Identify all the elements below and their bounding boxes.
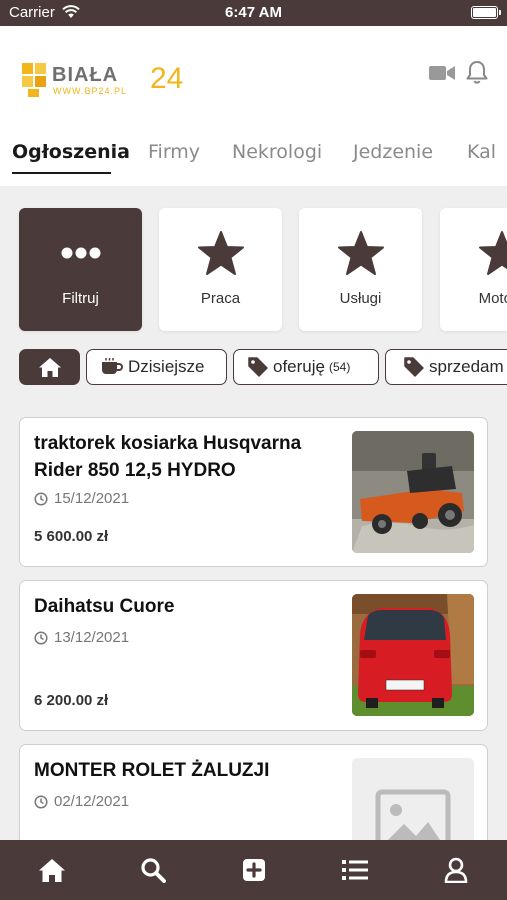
- bell-icon[interactable]: [465, 59, 489, 85]
- category-label: Praca: [200, 290, 241, 307]
- clock: 6:47 AM: [225, 4, 282, 21]
- listing-date: 02/12/2021: [34, 793, 129, 810]
- nav-search-icon[interactable]: [138, 855, 168, 885]
- listing-thumbnail[interactable]: [352, 431, 474, 553]
- star-icon: [159, 230, 282, 281]
- listing-card[interactable]: Daihatsu Cuore 13/12/2021 6 200.00 zł: [19, 580, 488, 731]
- listing-title: traktorek kosiarka Husqvarna Rider 850 1…: [34, 433, 302, 481]
- star-icon: [440, 230, 507, 281]
- category-label: Usługi: [339, 290, 382, 307]
- listing-price: 5 600.00 zł: [34, 528, 109, 545]
- app-header: BIAŁA 24 WWW.BP24.PL Ogłoszenia Firmy Ne…: [0, 26, 507, 186]
- battery-icon: [471, 6, 501, 19]
- listing-title: MONTER ROLET ŻALUZJI: [34, 760, 270, 781]
- coffee-cup-icon: [101, 358, 123, 376]
- listing-thumbnail[interactable]: [352, 594, 474, 716]
- tab-nekrologi[interactable]: Nekrologi: [232, 141, 322, 163]
- nav-list-icon[interactable]: [340, 855, 370, 885]
- home-icon: [38, 357, 61, 377]
- listing-price: 6 200.00 zł: [34, 692, 109, 709]
- category-praca[interactable]: Praca: [159, 208, 282, 331]
- listing-title: Daihatsu Cuore: [34, 596, 175, 617]
- chip-count: (54): [328, 360, 351, 374]
- category-filter-button[interactable]: Filtruj: [19, 208, 142, 331]
- clock-icon: [34, 630, 48, 645]
- category-label: Motory: [478, 290, 507, 307]
- nav-add-listing-icon[interactable]: [239, 855, 269, 885]
- tag-icon: [248, 357, 268, 377]
- home-filter-chip[interactable]: [19, 349, 80, 385]
- tab-jedzenie[interactable]: Jedzenie: [353, 141, 433, 163]
- red-car-photo: [352, 594, 474, 716]
- offer-filter-chip[interactable]: oferuję (54): [233, 349, 379, 385]
- nav-profile-icon[interactable]: [441, 855, 471, 885]
- nav-home-icon[interactable]: [37, 855, 67, 885]
- chip-label: sprzedam: [429, 357, 504, 376]
- svg-text:BIAŁA: BIAŁA: [52, 64, 118, 86]
- sell-filter-chip[interactable]: sprzedam: [385, 349, 507, 385]
- tab-firmy[interactable]: Firmy: [148, 141, 200, 163]
- listing-card[interactable]: traktorek kosiarka Husqvarna Rider 850 1…: [19, 417, 488, 567]
- listing-date: 13/12/2021: [34, 629, 129, 646]
- more-dots-icon: [19, 230, 142, 281]
- category-motory[interactable]: Motory: [440, 208, 507, 331]
- listing-date: 15/12/2021: [34, 490, 129, 507]
- video-camera-icon[interactable]: [428, 63, 456, 83]
- biala24-logo[interactable]: BIAŁA 24 WWW.BP24.PL: [22, 61, 202, 101]
- active-tab-indicator: [12, 172, 111, 174]
- lawn-tractor-photo: [352, 431, 474, 553]
- clock-icon: [34, 491, 48, 506]
- chip-label: oferuję: [273, 357, 325, 376]
- status-bar: Carrier 6:47 AM: [0, 0, 507, 26]
- category-label: Filtruj: [62, 290, 99, 307]
- svg-text:24: 24: [150, 62, 183, 95]
- bottom-navigation: [0, 840, 507, 900]
- category-uslugi[interactable]: Usługi: [299, 208, 422, 331]
- chip-label: Dzisiejsze: [128, 357, 205, 376]
- tab-ogloszenia[interactable]: Ogłoszenia: [12, 141, 130, 163]
- today-filter-chip[interactable]: Dzisiejsze: [86, 349, 227, 385]
- svg-text:WWW.BP24.PL: WWW.BP24.PL: [53, 86, 127, 96]
- star-icon: [299, 230, 422, 281]
- tab-kalendarz[interactable]: Kal: [467, 141, 496, 163]
- section-tabs: Ogłoszenia Firmy Nekrologi Jedzenie Kal: [0, 136, 507, 186]
- tag-icon: [404, 357, 424, 377]
- clock-icon: [34, 794, 48, 809]
